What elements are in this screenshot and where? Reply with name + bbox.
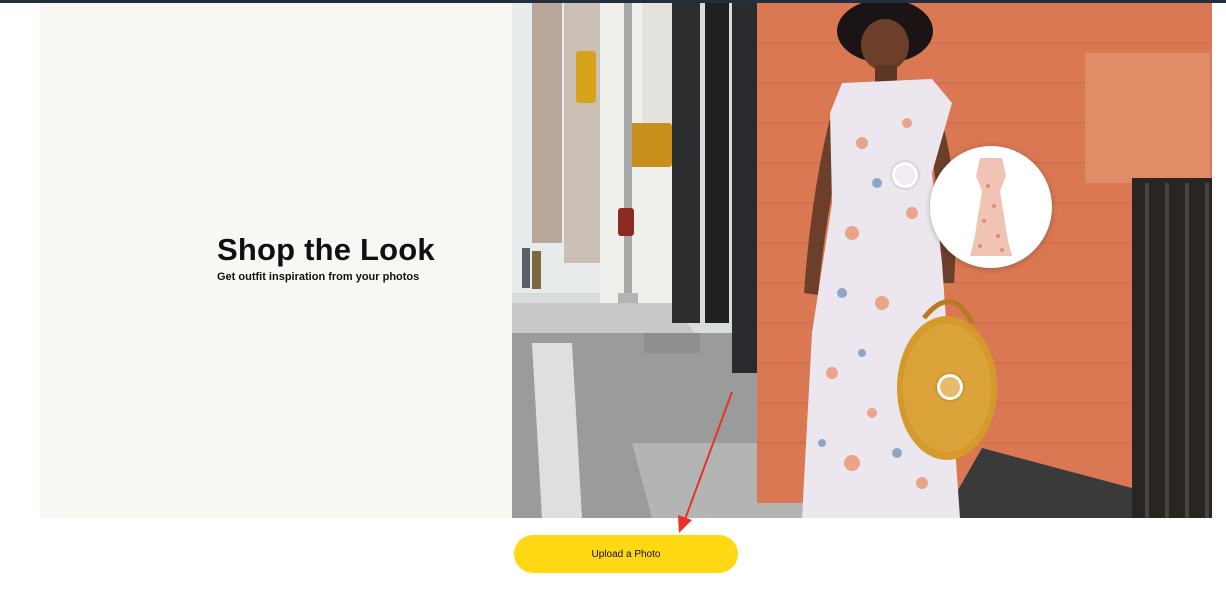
hero-text-panel: Shop the Look Get outfit inspiration fro… [40,3,512,518]
street-scene-image [512,3,1212,518]
page-subtitle: Get outfit inspiration from your photos [217,271,420,283]
product-preview-dress[interactable] [930,146,1052,268]
hotspot-bag[interactable] [937,374,963,400]
upload-photo-button[interactable]: Upload a Photo [514,535,738,573]
dress-thumbnail-icon [970,158,1012,256]
hero-photo [512,3,1212,518]
page-title: Shop the Look [217,232,435,267]
hotspot-dress[interactable] [892,162,918,188]
